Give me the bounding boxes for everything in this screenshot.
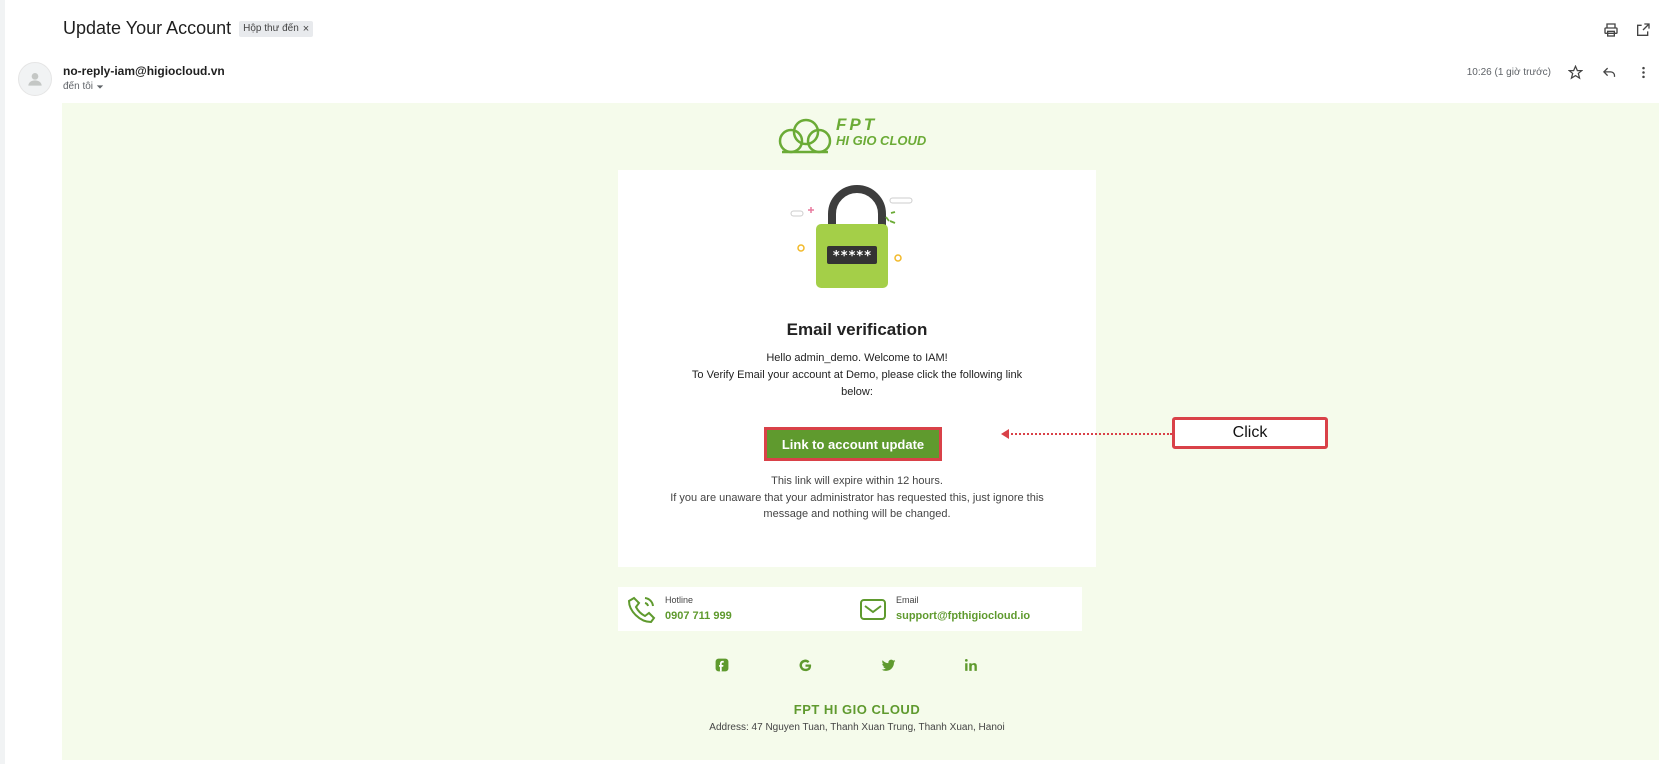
open-in-new-window-icon[interactable] [1633, 20, 1653, 40]
support-email-address[interactable]: support@fpthigiocloud.io [896, 610, 1030, 622]
google-icon[interactable] [796, 656, 814, 674]
expire-line: This link will expire within 12 hours. [771, 475, 943, 487]
footer-brand: FPT HI GIO CLOUD [793, 702, 921, 717]
inbox-label-text: Hộp thư đến [243, 23, 299, 34]
mail-icon [860, 599, 886, 620]
fpt-hi-gio-cloud-logo: FPT HI GIO CLOUD [778, 115, 938, 155]
caret-down-icon [96, 84, 104, 89]
star-icon[interactable] [1565, 62, 1585, 82]
hotline-contact[interactable]: Hotline 0907 711 999 [618, 587, 851, 631]
sender-address[interactable]: no-reply-iam@higiocloud.vn [63, 64, 225, 78]
message-actions: 10:26 (1 giờ trước) [1467, 62, 1653, 82]
remove-label-button[interactable]: × [303, 23, 309, 35]
footer-address: Address: 47 Nguyen Tuan, Thanh Xuan Trun… [709, 722, 1005, 733]
facebook-icon[interactable] [713, 656, 731, 674]
inbox-label-chip[interactable]: Hộp thư đến × [239, 20, 314, 37]
email-label: Email [896, 595, 919, 605]
email-contact[interactable]: Email support@fpthigiocloud.io [849, 587, 1082, 631]
ignore-line: If you are unaware that your administrat… [670, 491, 1044, 521]
more-options-icon[interactable] [1633, 62, 1653, 82]
message-time: 10:26 (1 giờ trước) [1466, 66, 1551, 78]
logo-line-2: HI GIO CLOUD [836, 133, 927, 148]
reply-icon[interactable] [1599, 62, 1619, 82]
recipient-text: đến tôi [63, 81, 94, 92]
annotation-dotted-line [1004, 433, 1172, 435]
account-update-link-button[interactable]: Link to account update [764, 427, 942, 461]
padlock-icon: ***** [790, 185, 913, 288]
click-annotation-box: Click [1172, 417, 1328, 449]
left-strip [0, 0, 5, 764]
cloud-logo-icon [778, 118, 832, 154]
sender-avatar[interactable] [18, 62, 52, 96]
phone-icon [628, 596, 656, 623]
top-actions [1601, 20, 1653, 40]
greeting-text: Hello admin_demo. Welcome to IAM! [766, 352, 948, 364]
annotation-arrowhead [1001, 429, 1009, 439]
instruction-text: To Verify Email your account at Demo, pl… [691, 369, 1023, 398]
email-subject-row: Update Your Account Hộp thư đến × [63, 18, 314, 39]
card-title: Email verification [786, 320, 928, 339]
logo-line-1: FPT [836, 115, 878, 134]
hotline-number[interactable]: 0907 711 999 [665, 610, 732, 622]
card-message: Hello admin_demo. Welcome to IAM! To Ver… [688, 350, 1026, 401]
person-icon [28, 73, 42, 86]
verification-card: ***** Email verification Hello admin_dem… [618, 170, 1096, 567]
hotline-label: Hotline [665, 595, 694, 605]
twitter-icon[interactable] [879, 656, 897, 674]
email-body: FPT HI GIO CLOUD ***** Email verificatio… [62, 103, 1659, 760]
print-icon[interactable] [1601, 20, 1621, 40]
recipient-details-toggle[interactable]: đến tôi [63, 81, 104, 92]
linkedin-icon[interactable] [962, 656, 980, 674]
expiry-notice: This link will expire within 12 hours. I… [658, 473, 1056, 523]
email-subject: Update Your Account [63, 18, 232, 38]
password-mask-text: ***** [832, 249, 871, 264]
